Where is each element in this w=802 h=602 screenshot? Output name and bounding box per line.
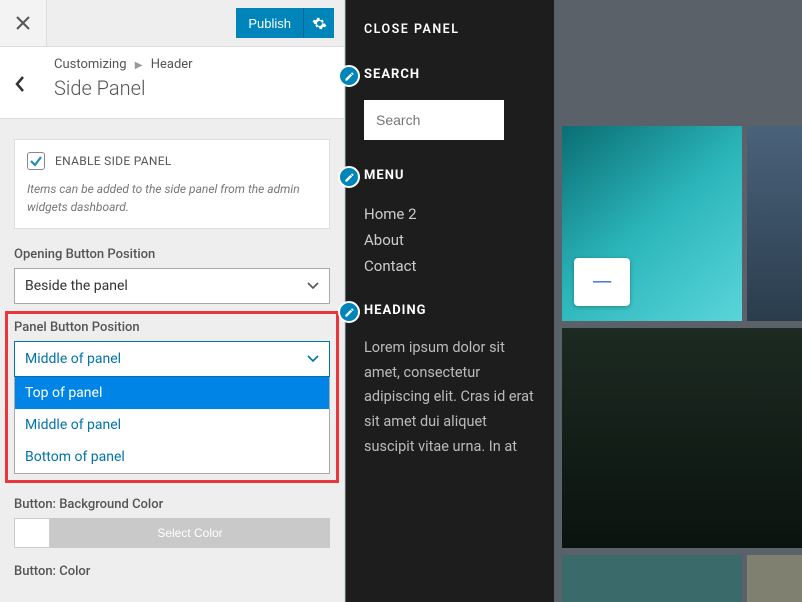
enable-checkbox[interactable] xyxy=(27,152,45,170)
button-color-control: Button: Color xyxy=(14,564,330,579)
panel-position-highlight: Panel Button Position Middle of panel To… xyxy=(5,311,339,483)
chevron-down-icon xyxy=(307,282,319,290)
preview-image xyxy=(562,328,802,548)
opening-position-value: Beside the panel xyxy=(25,278,128,294)
edit-widget-button[interactable] xyxy=(338,301,360,323)
heading-heading: HEADING xyxy=(364,303,536,318)
menu-heading: MENU xyxy=(364,168,536,183)
pencil-icon xyxy=(344,71,355,82)
gear-icon xyxy=(312,16,327,31)
button-bgcolor-control: Button: Background Color Select Color xyxy=(14,497,330,548)
menu-item[interactable]: Home 2 xyxy=(364,201,536,227)
select-color-button[interactable]: Select Color xyxy=(50,518,330,548)
edit-widget-button[interactable] xyxy=(338,65,360,87)
breadcrumb-header: Customizing ▶ Header Side Panel xyxy=(0,47,344,119)
publish-group: Publish xyxy=(226,0,344,46)
lorem-text: Lorem ipsum dolor sit amet, consectetur … xyxy=(364,336,536,459)
panel-position-value: Middle of panel xyxy=(25,351,121,367)
search-input[interactable] xyxy=(364,100,504,140)
back-button[interactable] xyxy=(14,57,54,93)
topbar-spacer xyxy=(47,0,226,46)
color-swatch[interactable] xyxy=(14,518,50,548)
enable-label: ENABLE SIDE PANEL xyxy=(55,154,172,168)
breadcrumb-text: Customizing ▶ Header Side Panel xyxy=(54,57,193,100)
enable-help-text: Items can be added to the side panel fro… xyxy=(27,180,317,216)
close-panel-link[interactable]: CLOSE PANEL xyxy=(364,22,536,37)
opening-position-control: Opening Button Position Beside the panel xyxy=(14,247,330,304)
panel-toggle-button[interactable]: — xyxy=(574,258,630,306)
minus-icon: — xyxy=(591,266,613,299)
opening-position-select[interactable]: Beside the panel xyxy=(14,268,330,304)
close-customizer-button[interactable] xyxy=(0,0,47,46)
chevron-down-icon xyxy=(307,355,319,363)
button-color-label: Button: Color xyxy=(14,564,330,579)
search-heading: SEARCH xyxy=(364,67,536,82)
button-bgcolor-label: Button: Background Color xyxy=(14,497,330,512)
menu-item[interactable]: About xyxy=(364,227,536,253)
menu-item[interactable]: Contact xyxy=(364,253,536,279)
preview-image xyxy=(747,555,802,602)
site-preview: — xyxy=(554,0,802,602)
crumb-parent: Header xyxy=(151,57,193,72)
preview-image xyxy=(562,555,742,602)
preview-image xyxy=(747,126,802,321)
controls-area: ENABLE SIDE PANEL Items can be added to … xyxy=(0,119,344,602)
menu-list: Home 2 About Contact xyxy=(364,201,536,279)
chevron-left-icon xyxy=(14,75,26,93)
close-icon xyxy=(16,16,30,30)
crumb-root: Customizing xyxy=(54,57,127,72)
opening-position-label: Opening Button Position xyxy=(14,247,330,262)
panel-position-select[interactable]: Middle of panel xyxy=(14,341,330,377)
check-icon xyxy=(29,154,43,168)
panel-position-dropdown: Top of panel Middle of panel Bottom of p… xyxy=(14,377,330,474)
customizer-topbar: Publish xyxy=(0,0,344,47)
panel-position-option[interactable]: Middle of panel xyxy=(15,409,329,441)
customizer-pane: Publish Customizing ▶ Header Side Panel xyxy=(0,0,345,602)
publish-settings-button[interactable] xyxy=(304,8,334,38)
enable-panel-box: ENABLE SIDE PANEL Items can be added to … xyxy=(14,139,330,229)
pencil-icon xyxy=(344,307,355,318)
page-title: Side Panel xyxy=(54,76,193,100)
edit-widget-button[interactable] xyxy=(338,166,360,188)
pencil-icon xyxy=(344,172,355,183)
publish-button[interactable]: Publish xyxy=(236,8,304,38)
panel-position-option[interactable]: Top of panel xyxy=(15,377,329,409)
panel-position-label: Panel Button Position xyxy=(14,320,330,335)
panel-position-option[interactable]: Bottom of panel xyxy=(15,441,329,473)
side-panel-preview: CLOSE PANEL SEARCH MENU Home 2 About Con… xyxy=(346,0,554,602)
crumb-sep-icon: ▶ xyxy=(135,60,143,71)
